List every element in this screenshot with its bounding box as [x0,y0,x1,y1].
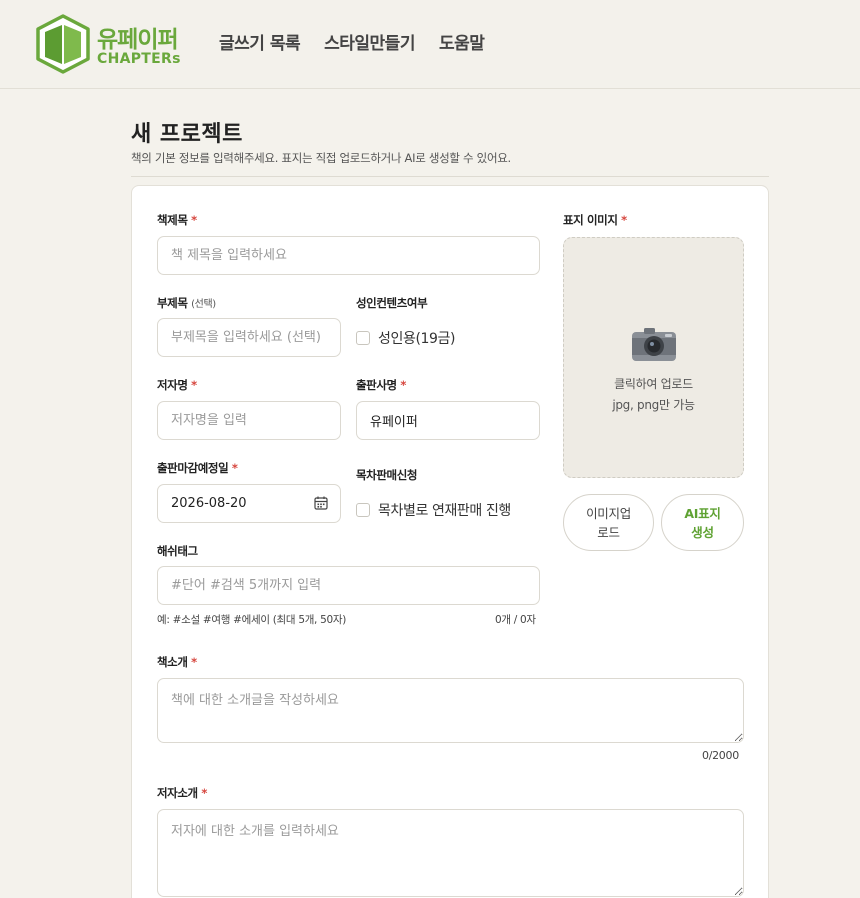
project-form-card: 책제목 * 부제목 (선택) 성인컨텐츠여부 성인용(19금) 저자명 * 출판… [131,185,769,898]
hashtags-example: 예: #소설 #여행 #에세이 (최대 5개, 50자) [157,614,347,626]
author-intro-label: 저자소개 * [157,786,207,800]
author-label: 저자명 * [157,378,197,392]
chapter-sale-checkbox[interactable]: 목차별로 연재판매 진행 [356,500,511,520]
main-nav: 글쓰기 목록 스타일만들기 도움말 [219,29,485,54]
logo-text-english: CHAPTERs [97,51,181,67]
hashtags-input[interactable] [157,566,540,605]
camera-icon [632,328,676,361]
book-intro-label: 책소개 * [157,655,197,669]
hashtags-counter: 0개 / 0자 [495,614,536,626]
logo[interactable]: 유페이퍼 CHAPTERs [36,14,186,74]
checkbox-box[interactable] [356,503,370,517]
cover-upload-dropzone[interactable]: 클릭하여 업로드 jpg, png만 가능 [563,237,744,478]
page-title: 새 프로젝트 [131,121,243,147]
subtitle-label: 부제목 (선택) [157,296,216,310]
title-label: 책제목 * [157,213,197,227]
book-logo-icon [36,14,90,74]
publisher-label: 출판사명 * [356,378,406,392]
publisher-input[interactable] [356,401,540,440]
nav-style-maker[interactable]: 스타일만들기 [324,29,415,54]
deadline-label: 출판마감예정일 * [157,461,238,475]
nav-help[interactable]: 도움말 [439,29,485,54]
hashtags-label: 해쉬태그 [157,544,198,558]
book-intro-counter: 0/2000 [702,749,739,762]
top-header: 유페이퍼 CHAPTERs 글쓰기 목록 스타일만들기 도움말 [0,0,860,89]
upload-image-button[interactable]: 이미지업 로드 [563,494,654,551]
adult-checkbox[interactable]: 성인용(19금) [356,328,455,348]
divider [131,176,769,177]
page-description: 책의 기본 정보를 입력해주세요. 표지는 직접 업로드하거나 AI로 생성할 … [131,151,511,165]
upload-instruction: 클릭하여 업로드 [614,377,693,391]
upload-format-hint: jpg, png만 가능 [612,398,695,412]
nav-writing-list[interactable]: 글쓰기 목록 [219,29,301,54]
book-intro-textarea[interactable] [157,678,744,743]
adult-content-label: 성인컨텐츠여부 [356,296,428,310]
subtitle-input[interactable] [157,318,341,357]
chapter-sale-label: 목차판매신청 [356,468,418,482]
author-intro-textarea[interactable] [157,809,744,897]
deadline-date-field [157,484,341,523]
logo-text-korean: 유페이퍼 [97,27,179,53]
book-title-input[interactable] [157,236,540,275]
required-mark: * [191,213,197,227]
author-input[interactable] [157,401,341,440]
calendar-icon[interactable] [314,496,328,510]
cover-image-label: 표지 이미지 * [563,213,627,227]
checkbox-box[interactable] [356,331,370,345]
ai-cover-generate-button[interactable]: AI표지 생성 [661,494,744,551]
